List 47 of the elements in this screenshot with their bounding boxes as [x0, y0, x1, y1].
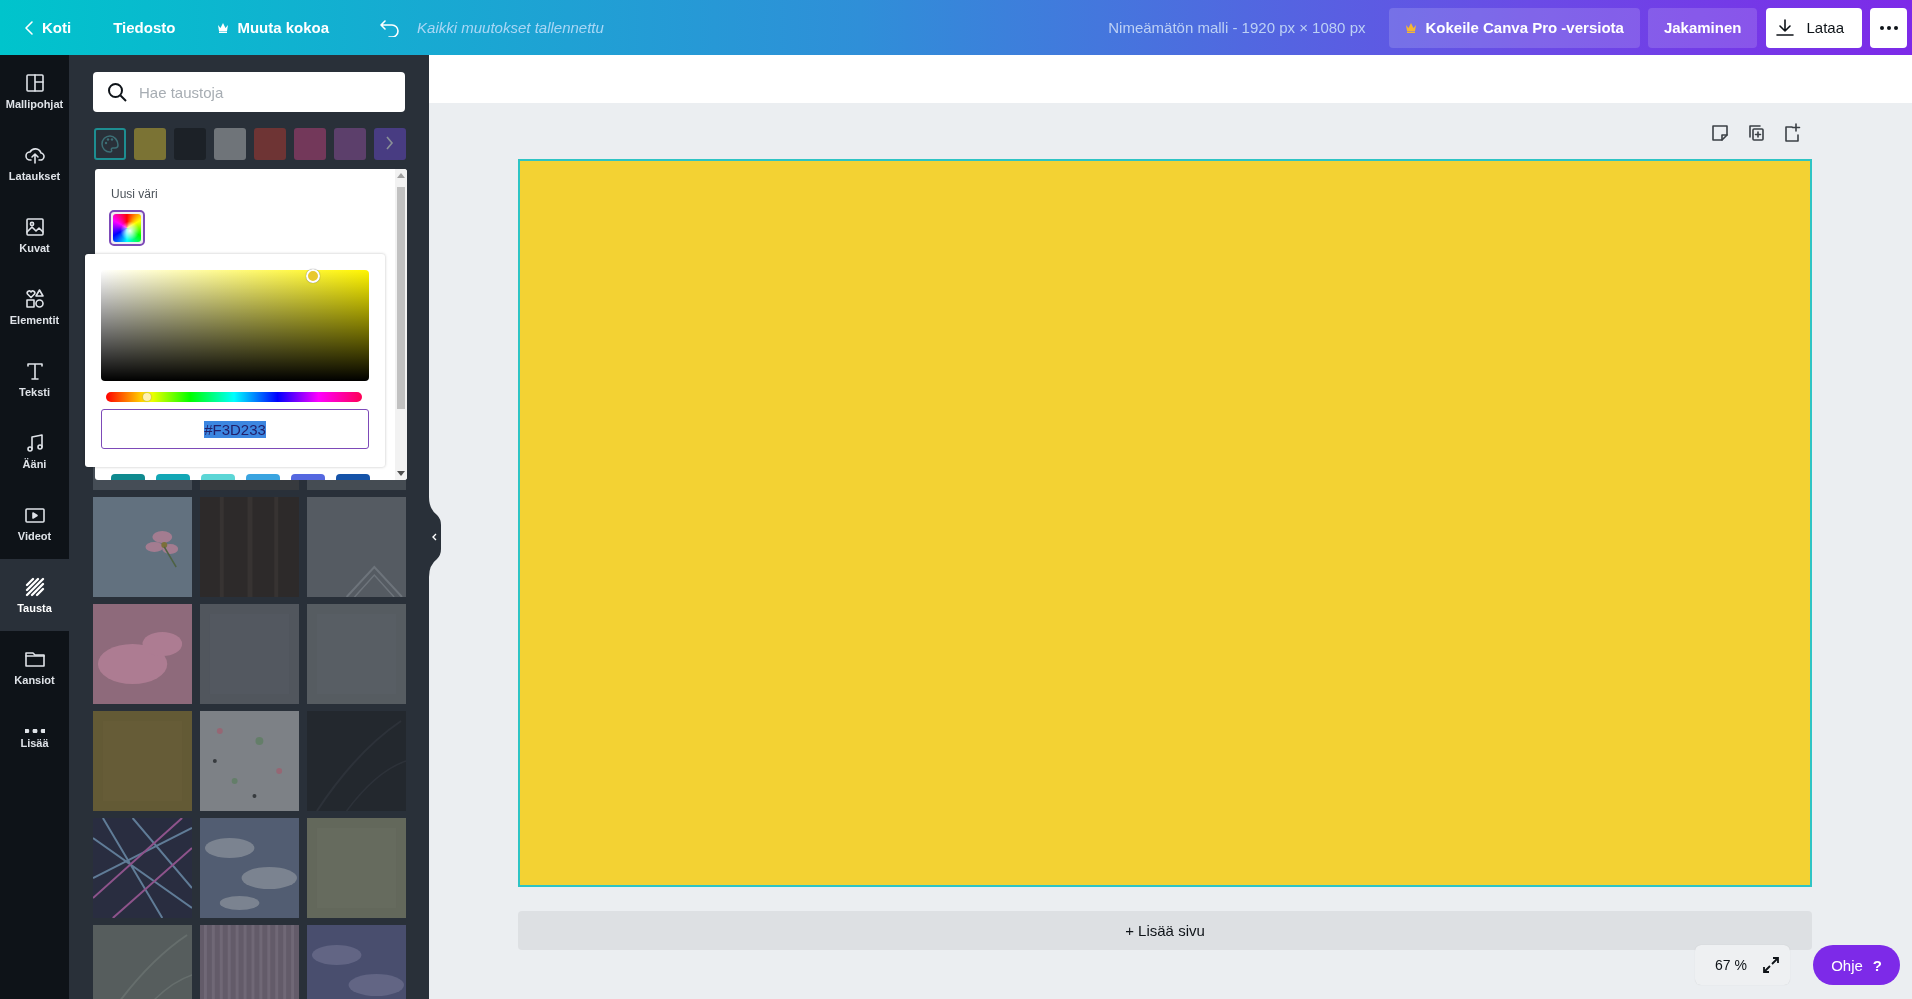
share-button[interactable]: Jakaminen: [1647, 7, 1758, 48]
note-icon[interactable]: [1710, 123, 1730, 143]
add-page-icon[interactable]: [1782, 123, 1802, 143]
hue-slider[interactable]: [106, 392, 362, 402]
color-swatch[interactable]: [134, 128, 166, 160]
search-icon: [107, 82, 127, 102]
palette-icon: [100, 134, 120, 154]
zoom-control[interactable]: 67 %: [1695, 945, 1790, 985]
color-swatch[interactable]: [294, 128, 326, 160]
zoom-level[interactable]: 67 %: [1715, 957, 1747, 973]
download-button[interactable]: Lataa: [1766, 7, 1862, 48]
chevron-left-icon: [24, 19, 34, 36]
more-button[interactable]: [1870, 7, 1907, 48]
expand-icon[interactable]: [1762, 956, 1780, 974]
scroll-down-icon[interactable]: [397, 471, 405, 476]
palette-button[interactable]: [94, 128, 126, 160]
scroll-up-icon[interactable]: [397, 173, 405, 178]
more-icon: [1879, 25, 1898, 30]
saturation-area[interactable]: [101, 270, 369, 381]
chevron-right-icon[interactable]: [385, 135, 394, 151]
save-status: Kaikki muutokset tallennettu: [417, 19, 604, 36]
image-icon: [23, 216, 46, 238]
sidebar-item[interactable]: Tausta: [0, 559, 69, 631]
crown-icon: [217, 22, 230, 33]
slider-thumb[interactable]: [142, 393, 151, 401]
stripes-icon: [23, 576, 46, 598]
undo-icon: [379, 18, 402, 37]
crown-icon: [1405, 22, 1418, 33]
hex-field[interactable]: #F3D233: [101, 409, 369, 449]
design-page[interactable]: [518, 159, 1812, 887]
scrollbar[interactable]: [395, 169, 407, 480]
layout-icon: [23, 72, 46, 94]
search-field[interactable]: Hae taustoja: [93, 72, 405, 112]
color-swatch[interactable]: [254, 128, 286, 160]
more-icon: [24, 729, 45, 733]
pro-button[interactable]: Kokeile Canva Pro -versiota: [1389, 7, 1640, 48]
help-button[interactable]: Ohje ?: [1813, 945, 1900, 985]
shapes-icon: [23, 288, 46, 310]
picker-handle[interactable]: [306, 269, 320, 283]
rainbow-swatch[interactable]: [109, 210, 145, 246]
duplicate-icon[interactable]: [1746, 123, 1766, 143]
color-swatch[interactable]: [214, 128, 246, 160]
popover-label: Uusi väri: [111, 187, 158, 201]
download-icon: [1776, 18, 1795, 37]
color-swatch[interactable]: [334, 128, 366, 160]
color-swatch[interactable]: [374, 128, 406, 160]
add-page-button[interactable]: + Lisää sivu: [518, 911, 1812, 950]
